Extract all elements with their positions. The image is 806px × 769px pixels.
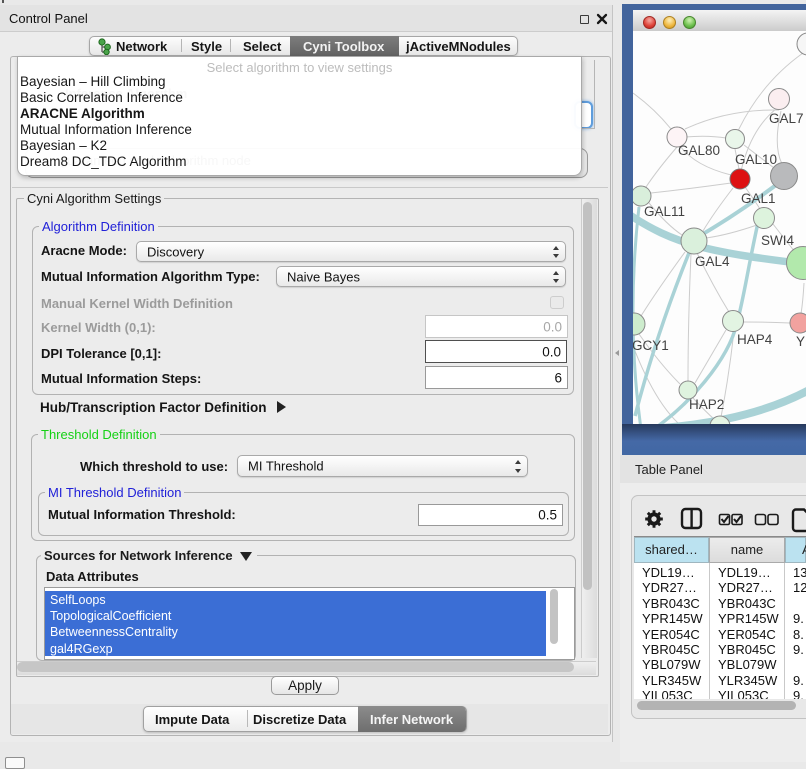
svg-text:SWI4: SWI4 (761, 233, 794, 248)
svg-text:GAL10: GAL10 (735, 152, 777, 167)
svg-text:Y: Y (796, 334, 805, 349)
svg-text:HAP2: HAP2 (689, 397, 724, 412)
svg-text:HAP4: HAP4 (737, 332, 773, 347)
svg-text:GAL11: GAL11 (644, 204, 685, 219)
svg-text:GCY1: GCY1 (633, 338, 669, 353)
svg-text:GAL7: GAL7 (769, 111, 804, 126)
svg-text:GAL1: GAL1 (741, 191, 776, 206)
svg-text:GAL80: GAL80 (678, 143, 720, 158)
svg-text:GAL4: GAL4 (695, 254, 730, 269)
